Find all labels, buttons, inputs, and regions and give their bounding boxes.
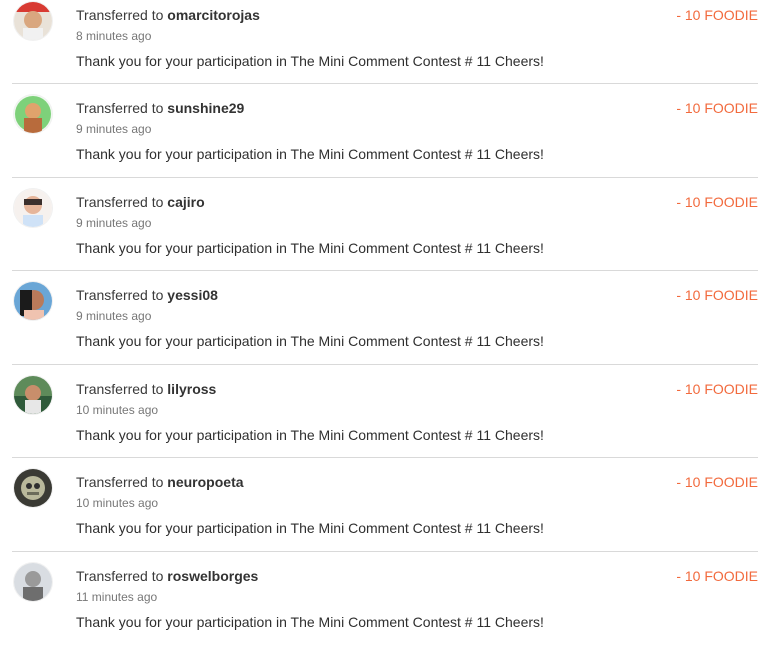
transfer-amount: - 10 FOODIE	[676, 100, 758, 116]
row-divider	[12, 270, 758, 271]
transfer-memo: Thank you for your participation in The …	[76, 333, 544, 349]
transfer-row: Transferred to roswelborges 11 minutes a…	[0, 561, 768, 654]
transfer-row: Transferred to lilyross 10 minutes ago T…	[0, 374, 768, 467]
row-divider	[12, 83, 758, 84]
transfer-prefix: Transferred to	[76, 568, 164, 584]
recipient-username[interactable]: cajiro	[167, 194, 204, 210]
transfer-title: Transferred to neuropoeta	[76, 473, 244, 491]
transfer-memo: Thank you for your participation in The …	[76, 146, 544, 162]
timestamp: 8 minutes ago	[76, 29, 152, 43]
transfer-history-list: Transferred to omarcitorojas 8 minutes a…	[0, 0, 768, 636]
recipient-username[interactable]: sunshine29	[167, 100, 244, 116]
user-avatar[interactable]	[14, 95, 52, 133]
recipient-username[interactable]: roswelborges	[167, 568, 258, 584]
transfer-memo: Thank you for your participation in The …	[76, 427, 544, 443]
transfer-prefix: Transferred to	[76, 381, 164, 397]
user-avatar[interactable]	[14, 2, 52, 40]
timestamp: 9 minutes ago	[76, 216, 152, 230]
row-divider	[12, 551, 758, 552]
recipient-username[interactable]: neuropoeta	[167, 474, 243, 490]
transfer-memo: Thank you for your participation in The …	[76, 240, 544, 256]
transfer-prefix: Transferred to	[76, 474, 164, 490]
transfer-prefix: Transferred to	[76, 287, 164, 303]
row-divider	[12, 457, 758, 458]
recipient-username[interactable]: yessi08	[167, 287, 218, 303]
transfer-row: Transferred to yessi08 9 minutes ago Tha…	[0, 280, 768, 373]
transfer-row: Transferred to omarcitorojas 8 minutes a…	[0, 0, 768, 93]
user-avatar[interactable]	[14, 282, 52, 320]
transfer-prefix: Transferred to	[76, 194, 164, 210]
transfer-title: Transferred to yessi08	[76, 286, 218, 304]
timestamp: 10 minutes ago	[76, 403, 159, 417]
transfer-amount: - 10 FOODIE	[676, 381, 758, 397]
user-avatar[interactable]	[14, 563, 52, 601]
transfer-title: Transferred to sunshine29	[76, 99, 244, 117]
user-avatar[interactable]	[14, 189, 52, 227]
transfer-memo: Thank you for your participation in The …	[76, 53, 544, 69]
transfer-memo: Thank you for your participation in The …	[76, 520, 544, 536]
transfer-title: Transferred to lilyross	[76, 380, 216, 398]
user-avatar[interactable]	[14, 469, 52, 507]
transfer-title: Transferred to cajiro	[76, 193, 205, 211]
transfer-prefix: Transferred to	[76, 100, 164, 116]
timestamp: 9 minutes ago	[76, 122, 152, 136]
transfer-memo: Thank you for your participation in The …	[76, 614, 544, 630]
transfer-amount: - 10 FOODIE	[676, 194, 758, 210]
transfer-title: Transferred to roswelborges	[76, 567, 258, 585]
transfer-amount: - 10 FOODIE	[676, 474, 758, 490]
recipient-username[interactable]: lilyross	[167, 381, 216, 397]
transfer-amount: - 10 FOODIE	[676, 287, 758, 303]
transfer-row: Transferred to neuropoeta 10 minutes ago…	[0, 467, 768, 560]
recipient-username[interactable]: omarcitorojas	[167, 7, 260, 23]
transfer-row: Transferred to sunshine29 9 minutes ago …	[0, 93, 768, 186]
timestamp: 10 minutes ago	[76, 496, 159, 510]
transfer-title: Transferred to omarcitorojas	[76, 6, 260, 24]
transfer-amount: - 10 FOODIE	[676, 568, 758, 584]
transfer-amount: - 10 FOODIE	[676, 7, 758, 23]
user-avatar[interactable]	[14, 376, 52, 414]
transfer-row: Transferred to cajiro 9 minutes ago Than…	[0, 187, 768, 280]
row-divider	[12, 177, 758, 178]
timestamp: 9 minutes ago	[76, 309, 152, 323]
timestamp: 11 minutes ago	[76, 590, 158, 604]
transfer-prefix: Transferred to	[76, 7, 164, 23]
row-divider	[12, 364, 758, 365]
